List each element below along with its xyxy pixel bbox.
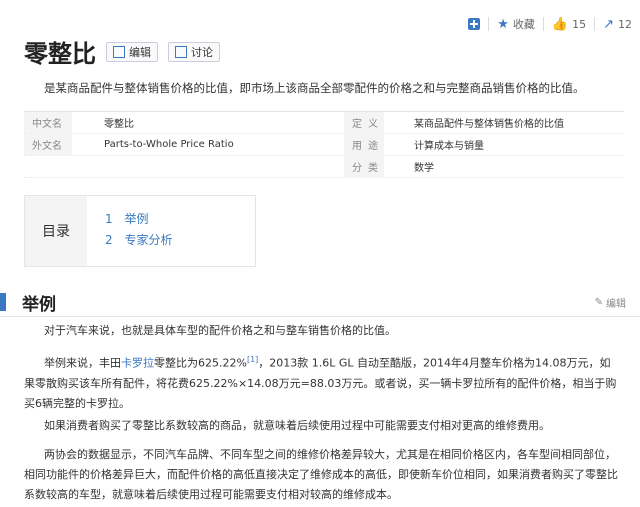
info-value: 某商品配件与整体销售价格的比值 (414, 119, 564, 130)
chat-icon (175, 45, 187, 58)
share-count: 12 (618, 17, 632, 31)
info-key: 用途 (344, 134, 384, 155)
page-title: 零整比 (24, 40, 96, 68)
info-row: 分类 数学 (24, 156, 624, 178)
title-row: 零整比 编辑 讨论 (24, 34, 220, 69)
section-heading: 举例 ✎ 编辑 (0, 288, 640, 317)
info-value: 数学 (414, 163, 434, 174)
section-edit-button[interactable]: ✎ 编辑 (595, 295, 626, 310)
info-value: 计算成本与销量 (414, 141, 484, 152)
paragraph-text: 举例来说，丰田 (44, 356, 121, 370)
toc-item-expert-analysis[interactable]: 2 专家分析 (105, 231, 172, 252)
like-button[interactable]: 👍 15 (552, 17, 586, 32)
divider (594, 17, 596, 31)
pencil-icon (113, 45, 125, 58)
reference-link[interactable]: [1] (247, 355, 258, 364)
section-accent-bar (0, 293, 6, 311)
info-row: 外文名 Parts-to-Whole Price Ratio 用途 计算成本与销… (24, 134, 624, 156)
collect-label: 收藏 (512, 18, 535, 31)
info-key: 分类 (344, 156, 384, 177)
info-key: 中文名 (24, 112, 72, 133)
divider (542, 17, 544, 31)
section-edit-label: 编辑 (606, 298, 626, 310)
toc-item-example[interactable]: 1 举例 (105, 210, 172, 231)
like-count: 15 (572, 17, 587, 31)
discuss-button[interactable]: 讨论 (168, 41, 220, 62)
edit-button[interactable]: 编辑 (106, 41, 158, 62)
info-key: 外文名 (24, 134, 72, 155)
share-icon: ↗ (603, 16, 614, 32)
table-of-contents: 目录 1 举例 2 专家分析 (24, 195, 256, 267)
info-table: 中文名 零整比 定义 某商品配件与整体销售价格的比值 外文名 Parts-to-… (24, 111, 624, 178)
info-row: 中文名 零整比 定义 某商品配件与整体销售价格的比值 (24, 112, 624, 134)
toc-list: 1 举例 2 专家分析 (87, 196, 172, 266)
paragraph: 对于汽车来说，也就是具体车型的配件价格之和与整车销售价格的比值。 (44, 324, 396, 337)
star-icon: ★ (497, 16, 509, 32)
info-key (24, 156, 72, 177)
paragraph: 两协会的数据显示，不同汽车品牌、不同车型之间的维修价格差异较大，尤其是在相同价格… (24, 448, 618, 501)
toc-number: 1 (105, 212, 113, 226)
discuss-label: 讨论 (191, 45, 213, 59)
thumbs-up-icon: 👍 (551, 16, 569, 32)
summary-text: 是某商品配件与整体销售价格的比值，即市场上该商品全部零配件的价格之和与完整商品销… (44, 81, 585, 95)
info-value: 零整比 (104, 119, 134, 130)
section-title: 举例 (22, 294, 56, 315)
top-actions: ★ 收藏 👍 15 ↗ 12 (468, 16, 632, 32)
paragraph: 如果消费者购买了零整比系数较高的商品，就意味着后续使用过程中可能需要支付相对更高… (44, 419, 550, 432)
info-key: 定义 (344, 112, 384, 133)
divider (488, 17, 490, 31)
toc-label: 目录 (25, 196, 87, 266)
add-icon[interactable] (468, 18, 481, 30)
share-button[interactable]: ↗ 12 (603, 17, 632, 32)
info-value: Parts-to-Whole Price Ratio (104, 139, 234, 150)
toc-item-label: 举例 (124, 212, 149, 226)
toc-number: 2 (105, 233, 113, 247)
corolla-link[interactable]: 卡罗拉 (121, 357, 154, 370)
paragraph: 举例来说，丰田卡罗拉零整比为625.22%[1]，2013款 1.6L GL 自… (24, 350, 618, 414)
toc-item-label: 专家分析 (124, 233, 173, 247)
collect-button[interactable]: ★ 收藏 (497, 16, 535, 32)
paragraph-text: 零整比为625.22% (154, 356, 247, 370)
edit-label: 编辑 (129, 45, 151, 59)
pencil-icon: ✎ (594, 296, 603, 308)
